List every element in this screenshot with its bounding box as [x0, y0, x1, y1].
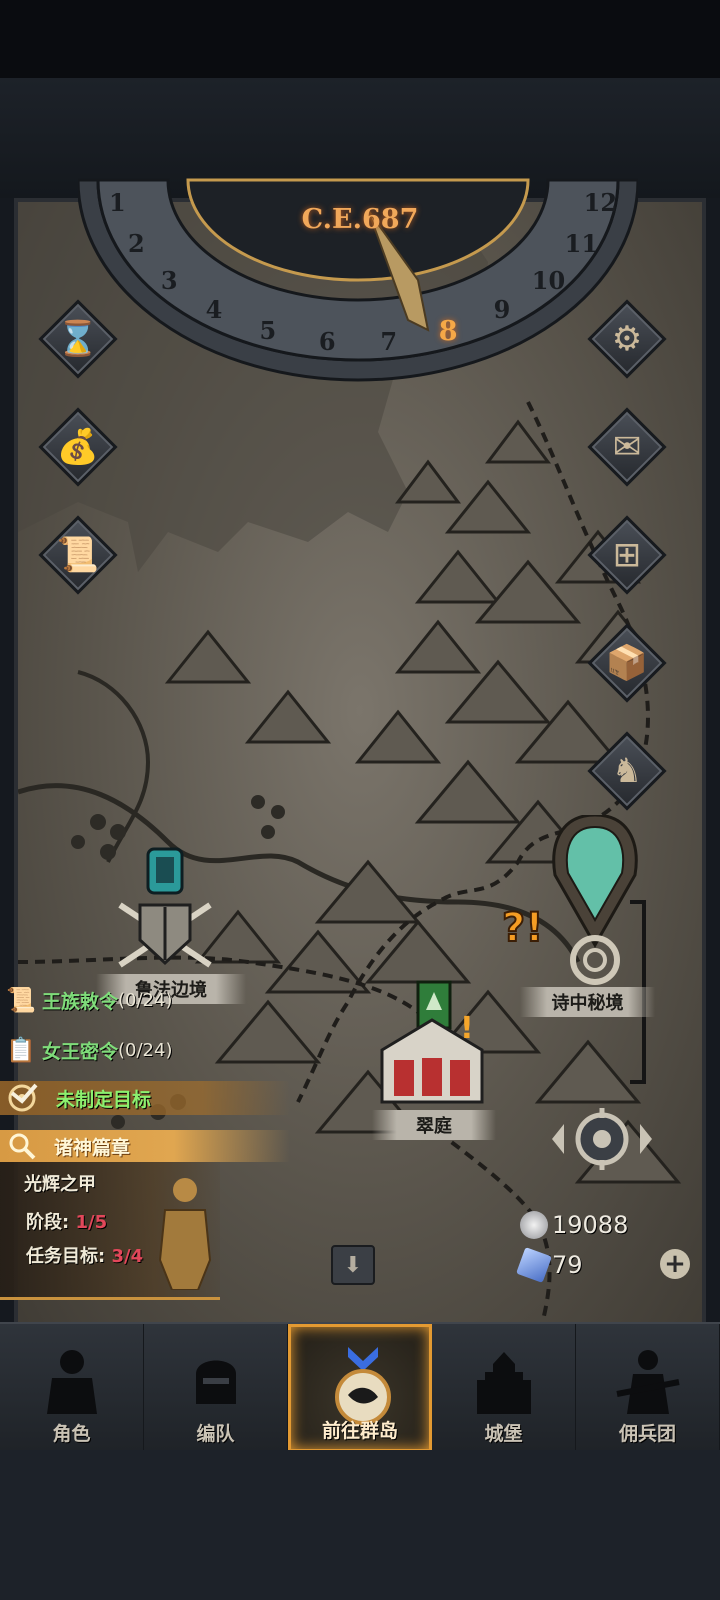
bottom-nav: 角色 编队 前往群岛 城堡 佣兵团	[0, 1322, 720, 1452]
quest-progress: (0/24)	[118, 1039, 173, 1061]
nav-label: 角色	[52, 1423, 91, 1445]
collapse-button[interactable]: ⬇	[331, 1245, 375, 1285]
quest-alert-icon[interactable]: ?!	[494, 893, 550, 949]
castle-icon	[477, 1352, 531, 1414]
search-icon	[9, 1133, 36, 1160]
quest-title: 女王密令	[42, 1040, 119, 1063]
chapter-subtitle: 光辉之甲	[24, 1174, 96, 1195]
chapter-stage: 阶段: 1/5	[26, 1208, 107, 1234]
calendar-month-10[interactable]: 10	[532, 266, 565, 295]
nav-mercenary[interactable]: 佣兵团	[576, 1324, 720, 1452]
crystal-resource: 79	[516, 1247, 583, 1283]
gear-icon: ⚙	[611, 319, 643, 359]
money-bag-icon: 💰	[56, 427, 100, 467]
chapter-title: 诸神篇章	[54, 1136, 131, 1159]
calendar-month-4[interactable]: 4	[199, 295, 229, 324]
locate-button[interactable]	[548, 1104, 656, 1174]
map-label-green-court[interactable]: 翠庭	[372, 1110, 496, 1140]
calendar-month-3[interactable]: 3	[154, 266, 184, 295]
nav-character[interactable]: 角色	[0, 1324, 144, 1452]
mail-button[interactable]: ✉	[587, 407, 667, 487]
money-bag-button[interactable]: 💰	[38, 407, 118, 487]
svg-text:?!: ?!	[502, 905, 543, 949]
queen-secret-order-icon: 📋	[6, 1036, 36, 1064]
calendar-month-5[interactable]: 5	[253, 316, 283, 345]
nav-label: 前往群岛	[321, 1420, 398, 1442]
stage-label: 阶段:	[26, 1212, 76, 1233]
map-label-poem-realm[interactable]: 诗中秘境	[520, 987, 655, 1017]
quest-royal-decree[interactable]: 📜 王族敕令 (0/24)	[0, 983, 172, 1017]
hourglass-icon: ⌛	[56, 319, 100, 359]
nav-label: 城堡	[484, 1423, 523, 1445]
chevron-down-icon: ⬇	[343, 1252, 363, 1278]
calendar-year: C.E.687	[301, 204, 419, 235]
mercenary-icon	[616, 1350, 680, 1414]
knight-button[interactable]: ♞	[587, 731, 667, 811]
add-crystal-button[interactable]: +	[660, 1249, 690, 1279]
formation-helmet-icon	[196, 1360, 236, 1404]
calendar-month-11[interactable]: 11	[565, 229, 598, 258]
scroll-button[interactable]: 📜	[38, 515, 118, 595]
calendar-month-2[interactable]: 2	[121, 229, 151, 258]
svg-text:!: !	[460, 1011, 474, 1046]
settings-button[interactable]: ⚙	[587, 299, 667, 379]
system-bottom-area	[0, 1450, 720, 1600]
nav-castle[interactable]: 城堡	[432, 1324, 576, 1452]
target-value: 3/4	[111, 1246, 144, 1267]
calendar-month-12[interactable]: 12	[584, 188, 617, 217]
crate-icon: 📦	[605, 643, 649, 683]
nav-label: 编队	[196, 1423, 235, 1445]
silver-resource: 19088	[520, 1209, 628, 1241]
quest-queen-order[interactable]: 📋 女王密令 (0/24)	[0, 1033, 172, 1067]
quest-title: 王族敕令	[42, 990, 119, 1013]
window-button[interactable]: ⊞	[587, 515, 667, 595]
nav-formation[interactable]: 编队	[144, 1324, 288, 1452]
nav-go-islands[interactable]: 前往群岛	[288, 1324, 432, 1452]
supplies-button[interactable]: 📦	[587, 623, 667, 703]
envelope-icon: ✉	[612, 427, 642, 467]
status-bar-area	[0, 0, 720, 78]
target-label: 任务目标:	[26, 1246, 112, 1267]
target-icon	[8, 1083, 38, 1112]
islands-compass-icon	[335, 1347, 391, 1425]
goal-label: 未制定目标	[56, 1088, 152, 1111]
crystal-value: 79	[552, 1251, 583, 1279]
calendar-month-6[interactable]: 6	[312, 327, 342, 356]
calendar-month-9[interactable]: 9	[487, 295, 517, 324]
silver-coin-icon	[520, 1211, 548, 1239]
character-knight-icon	[47, 1350, 97, 1414]
goal-bar[interactable]: 未制定目标	[0, 1081, 290, 1115]
knight-helmet-icon: ♞	[611, 751, 643, 791]
chapter-target: 任务目标: 3/4	[26, 1242, 143, 1268]
poem-realm-marker[interactable]	[540, 815, 650, 985]
stage-value: 1/5	[75, 1212, 108, 1233]
silver-value: 19088	[552, 1211, 629, 1239]
calendar-month-1[interactable]: 1	[102, 188, 132, 217]
scroll-icon: 📜	[56, 535, 100, 575]
chapter-bar[interactable]: 诸神篇章	[0, 1130, 290, 1162]
border-keep-marker[interactable]	[110, 845, 220, 975]
golden-armor-statue-icon	[158, 1178, 212, 1290]
calendar-month-7[interactable]: 7	[374, 327, 404, 356]
royal-decree-scroll-icon: 📜	[6, 986, 36, 1014]
nav-label: 佣兵团	[618, 1423, 676, 1445]
calendar-month-8[interactable]: 8	[433, 316, 463, 347]
green-court-marker[interactable]: !	[364, 980, 500, 1110]
hourglass-button[interactable]: ⌛	[38, 299, 118, 379]
crystal-icon	[516, 1247, 552, 1283]
window-icon: ⊞	[612, 535, 642, 575]
quest-progress: (0/24)	[118, 989, 173, 1011]
